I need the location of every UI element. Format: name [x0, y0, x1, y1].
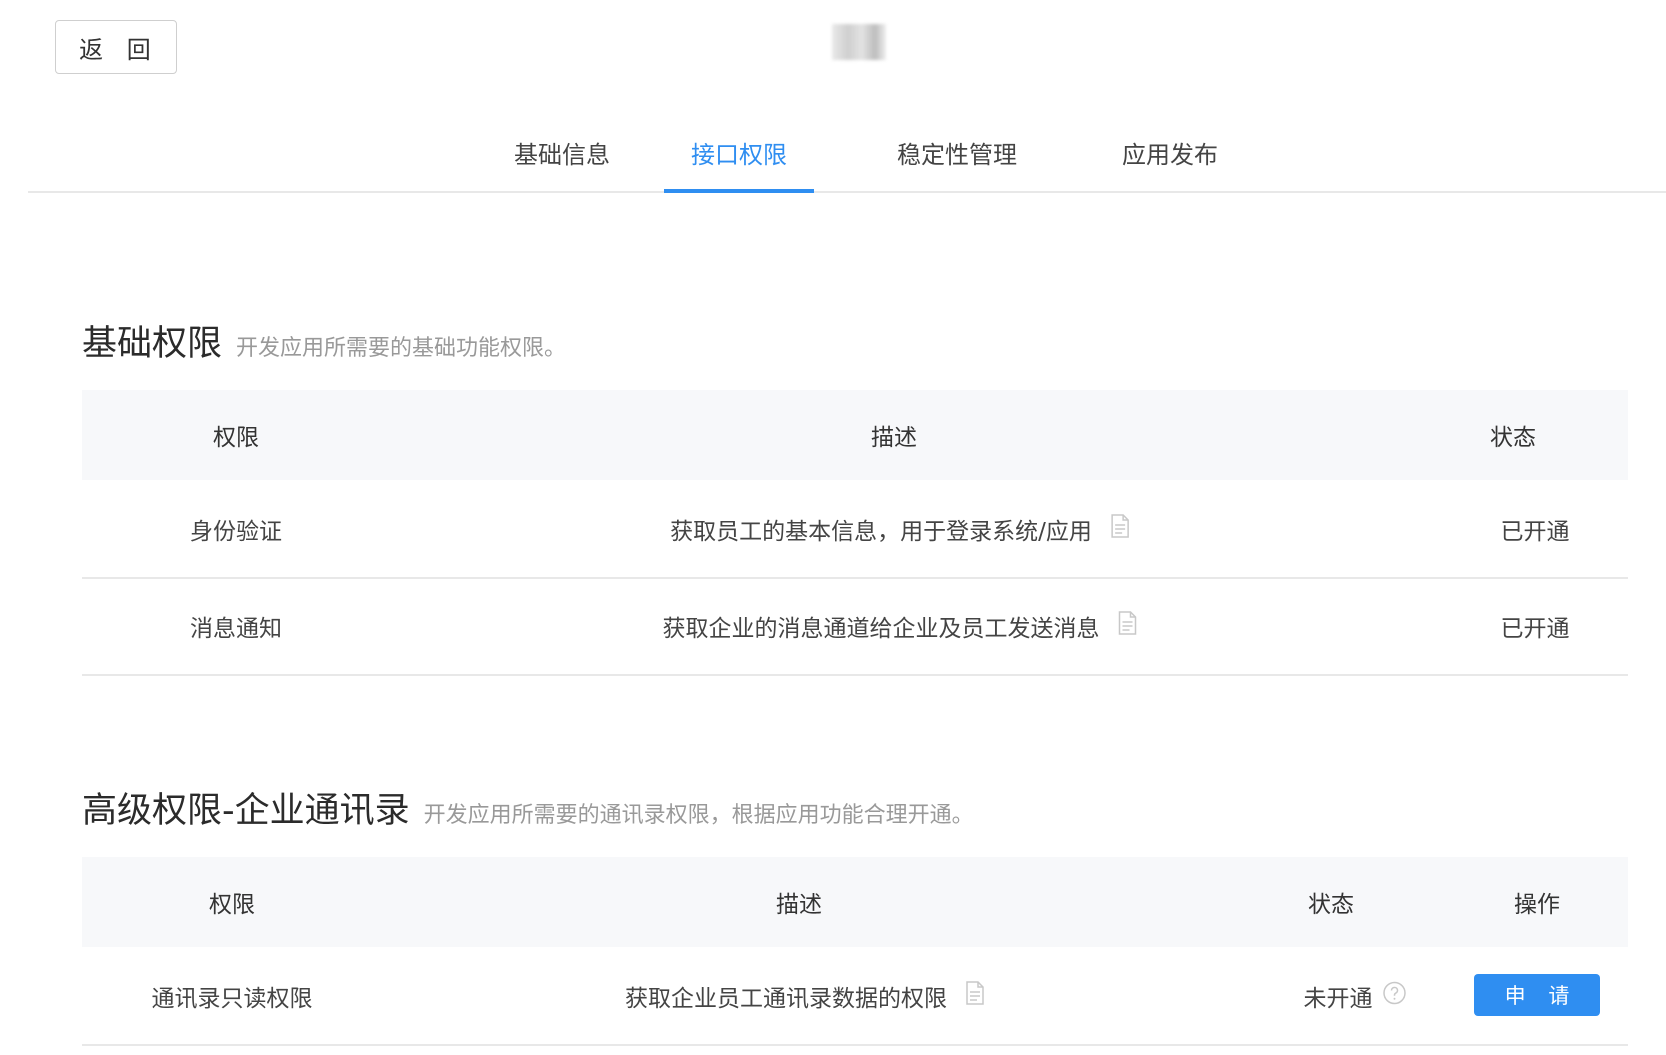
permission-status: 未开通 [1304, 979, 1407, 1013]
app-logo [832, 24, 886, 60]
column-permission: 权限 [213, 425, 259, 451]
description-text: 获取员工的基本信息，用于登录系统/应用 [670, 519, 1092, 545]
permission-description: 获取员工的基本信息，用于登录系统/应用 [670, 512, 1130, 546]
status-text: 未开通 [1303, 986, 1373, 1012]
section-heading: 基础权限 [82, 324, 223, 364]
column-status: 状态 [1490, 425, 1536, 451]
table-header-basic: 权限 描述 状态 [82, 390, 1628, 480]
permission-status: 已开通 [1500, 519, 1570, 545]
document-icon[interactable] [965, 981, 985, 1011]
permission-name: 通讯录只读权限 [151, 986, 313, 1012]
tab-stability-management[interactable]: 稳定性管理 [887, 130, 1027, 191]
column-action: 操作 [1514, 892, 1560, 918]
section-title-advanced: 高级权限-企业通讯录 开发应用所需要的通讯录权限，根据应用功能合理开通。 [82, 782, 974, 833]
help-icon[interactable] [1383, 981, 1407, 1011]
table-header-advanced: 权限 描述 状态 操作 [82, 857, 1628, 947]
section-subtitle: 开发应用所需要的通讯录权限，根据应用功能合理开通。 [423, 803, 974, 828]
permission-name: 身份验证 [190, 519, 282, 545]
tab-app-release[interactable]: 应用发布 [1100, 130, 1240, 191]
document-icon[interactable] [1118, 611, 1138, 641]
column-description: 描述 [871, 425, 917, 451]
document-icon[interactable] [1110, 514, 1130, 544]
permission-name: 消息通知 [190, 616, 282, 642]
column-description: 描述 [776, 892, 822, 918]
column-status: 状态 [1308, 892, 1354, 918]
section-subtitle: 开发应用所需要的基础功能权限。 [236, 336, 567, 361]
permission-description: 获取企业的消息通道给企业及员工发送消息 [663, 609, 1138, 643]
apply-button[interactable]: 申 请 [1474, 974, 1600, 1016]
section-title-basic: 基础权限 开发应用所需要的基础功能权限。 [82, 315, 566, 366]
table-row: 身份验证 获取员工的基本信息，用于登录系统/应用 已开通 [82, 481, 1628, 579]
section-heading: 高级权限-企业通讯录 [82, 791, 410, 831]
table-row: 消息通知 获取企业的消息通道给企业及员工发送消息 已开通 [82, 578, 1628, 676]
description-text: 获取企业员工通讯录数据的权限 [625, 986, 947, 1012]
back-button[interactable]: 返 回 [55, 20, 177, 74]
permission-description: 获取企业员工通讯录数据的权限 [625, 979, 985, 1013]
permission-status: 已开通 [1500, 616, 1570, 642]
column-permission: 权限 [209, 892, 255, 918]
tab-api-permissions[interactable]: 接口权限 [664, 130, 814, 193]
tab-basic-info[interactable]: 基础信息 [472, 130, 652, 191]
description-text: 获取企业的消息通道给企业及员工发送消息 [662, 616, 1100, 642]
tab-bar: 基础信息 接口权限 稳定性管理 应用发布 [28, 130, 1666, 193]
table-row: 通讯录只读权限 获取企业员工通讯录数据的权限 未开通 申 请 [82, 948, 1628, 1046]
